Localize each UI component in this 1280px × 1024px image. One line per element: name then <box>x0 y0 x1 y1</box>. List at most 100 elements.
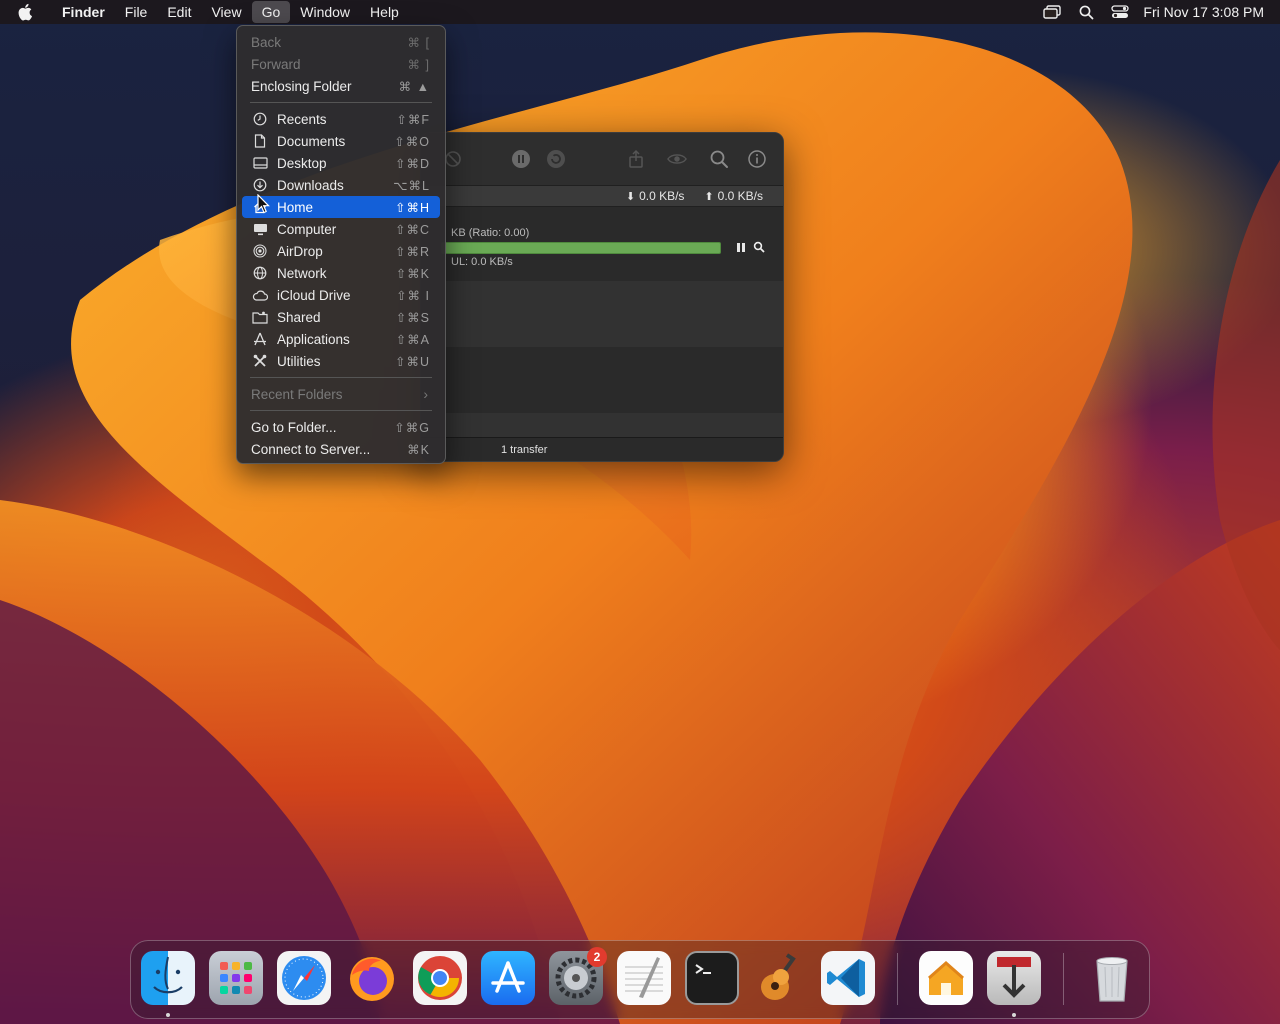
menu-item-shortcut: ⇧⌘A <box>395 332 430 347</box>
go-menu: Back ⌘ [ Forward ⌘ ] Enclosing Folder ⌘ … <box>236 25 446 464</box>
menu-item-shortcut: ⌘ [ <box>407 35 430 50</box>
menu-item-label: Desktop <box>277 155 327 171</box>
menu-item-shortcut: ⇧⌘U <box>394 354 430 369</box>
filter-search-icon[interactable] <box>709 149 729 169</box>
menu-separator <box>250 410 432 411</box>
reveal-magnifier-icon[interactable] <box>753 241 765 253</box>
menu-item-go-to-folder[interactable]: Go to Folder... ⇧⌘G <box>242 416 440 438</box>
spotlight-search-icon[interactable] <box>1069 1 1103 23</box>
menu-item-label: Enclosing Folder <box>251 78 352 94</box>
resume-all-icon[interactable] <box>546 149 566 169</box>
menu-item-shortcut: ⇧⌘F <box>396 112 430 127</box>
mouse-pointer-icon <box>257 194 270 214</box>
transfer-list: KB (Ratio: 0.00) UL: 0.0 KB/s <box>421 207 783 449</box>
menu-item-shortcut: ⇧⌘S <box>395 310 430 325</box>
menubar-clock[interactable]: Fri Nov 17 3:08 PM <box>1137 4 1264 20</box>
menu-item-desktop[interactable]: Desktop ⇧⌘D <box>242 152 440 174</box>
dock-trash-icon[interactable] <box>1085 951 1139 1005</box>
menu-item-icloud-drive[interactable]: iCloud Drive ⇧⌘ I <box>242 284 440 306</box>
control-center-icon[interactable] <box>1103 1 1137 23</box>
menu-help[interactable]: Help <box>360 1 409 23</box>
menu-item-shared[interactable]: Shared ⇧⌘S <box>242 306 440 328</box>
transfer-upload-rate: UL: 0.0 KB/s <box>451 256 513 268</box>
share-icon[interactable] <box>626 149 646 169</box>
menu-item-connect-to-server[interactable]: Connect to Server... ⌘K <box>242 438 440 460</box>
window-toolbar <box>421 133 783 185</box>
apple-logo-icon[interactable] <box>18 3 36 21</box>
desktop-icon <box>252 155 268 171</box>
dock-terminal-icon[interactable] <box>685 951 739 1005</box>
menu-item-airdrop[interactable]: AirDrop ⇧⌘R <box>242 240 440 262</box>
dock-firefox-icon[interactable] <box>345 951 399 1005</box>
menu-file[interactable]: File <box>115 1 158 23</box>
menu-separator <box>250 377 432 378</box>
dock-garageband-icon[interactable] <box>753 951 807 1005</box>
transfer-info: KB (Ratio: 0.00) <box>451 227 530 239</box>
menu-item-shortcut: ⇧⌘R <box>394 244 430 259</box>
screen-mirroring-icon[interactable] <box>1035 1 1069 23</box>
menu-item-recent-folders[interactable]: Recent Folders › <box>242 383 440 405</box>
menu-item-downloads[interactable]: Downloads ⌥⌘L <box>242 174 440 196</box>
menu-go[interactable]: Go <box>251 1 291 23</box>
menu-edit[interactable]: Edit <box>157 1 201 23</box>
cloud-icon <box>252 287 268 303</box>
download-speed-value: 0.0 KB/s <box>639 189 685 203</box>
menu-window[interactable]: Window <box>290 1 360 23</box>
chevron-right-icon: › <box>423 386 428 402</box>
dock-launchpad-icon[interactable] <box>209 951 263 1005</box>
dock-finder-icon[interactable] <box>141 951 195 1005</box>
dock-transmission-icon[interactable] <box>987 951 1041 1005</box>
quicklook-eye-icon[interactable] <box>667 149 687 169</box>
menu-item-label: Applications <box>277 331 350 347</box>
menu-item-enclosing-folder[interactable]: Enclosing Folder ⌘ ▲ <box>242 75 440 97</box>
menu-item-shortcut: ⌥⌘L <box>393 178 430 193</box>
remove-icon[interactable] <box>443 149 463 169</box>
dock-separator <box>1063 953 1064 1005</box>
menu-item-applications[interactable]: Applications ⇧⌘A <box>242 328 440 350</box>
menu-app-name[interactable]: Finder <box>52 1 115 23</box>
menu-item-shortcut: ⇧⌘H <box>394 200 430 215</box>
dock-home-app-icon[interactable] <box>919 951 973 1005</box>
pause-transfer-icon[interactable] <box>737 243 747 253</box>
upload-speed-value: 0.0 KB/s <box>717 189 763 203</box>
menu-item-label: Computer <box>277 221 337 237</box>
transfer-progress-bar <box>441 242 721 254</box>
dock-app-store-icon[interactable] <box>481 951 535 1005</box>
utilities-icon <box>252 353 268 369</box>
menu-item-shortcut: ⇧⌘C <box>394 222 430 237</box>
menu-item-home[interactable]: Home ⇧⌘H <box>242 196 440 218</box>
up-arrow-icon: ⬆ <box>704 191 714 203</box>
info-icon[interactable] <box>747 149 767 169</box>
airdrop-icon <box>252 243 268 259</box>
running-indicator <box>1012 1013 1016 1017</box>
menu-item-documents[interactable]: Documents ⇧⌘O <box>242 130 440 152</box>
menu-item-shortcut: ⌘ ] <box>407 57 430 72</box>
dock: 2 <box>130 940 1150 1019</box>
pause-all-icon[interactable] <box>511 149 531 169</box>
menu-item-label: Back <box>251 34 282 50</box>
window-footer: 1 transfer <box>421 437 783 461</box>
menu-item-label: Connect to Server... <box>251 441 371 457</box>
notification-badge: 2 <box>587 947 607 967</box>
dock-chrome-icon[interactable] <box>413 951 467 1005</box>
dock-safari-icon[interactable] <box>277 951 331 1005</box>
menu-view[interactable]: View <box>201 1 251 23</box>
dock-vscode-icon[interactable] <box>821 951 875 1005</box>
menu-item-label: Recent Folders <box>251 386 343 402</box>
menu-item-back[interactable]: Back ⌘ [ <box>242 31 440 53</box>
download-speed: ⬇ 0.0 KB/s <box>626 189 685 203</box>
document-icon <box>252 133 268 149</box>
menu-item-utilities[interactable]: Utilities ⇧⌘U <box>242 350 440 372</box>
transfer-count: 1 transfer <box>501 443 548 456</box>
download-icon <box>252 177 268 193</box>
menu-item-computer[interactable]: Computer ⇧⌘C <box>242 218 440 240</box>
speed-bar: ⬇ 0.0 KB/s ⬆ 0.0 KB/s <box>421 185 783 207</box>
menu-item-shortcut: ⌘ ▲ <box>398 79 430 94</box>
menu-item-recents[interactable]: Recents ⇧⌘F <box>242 108 440 130</box>
transfer-row[interactable]: KB (Ratio: 0.00) UL: 0.0 KB/s <box>421 207 783 281</box>
menu-item-label: Downloads <box>277 177 344 193</box>
menu-item-forward[interactable]: Forward ⌘ ] <box>242 53 440 75</box>
menu-item-network[interactable]: Network ⇧⌘K <box>242 262 440 284</box>
menu-item-shortcut: ⇧⌘G <box>394 420 430 435</box>
dock-textedit-icon[interactable] <box>617 951 671 1005</box>
